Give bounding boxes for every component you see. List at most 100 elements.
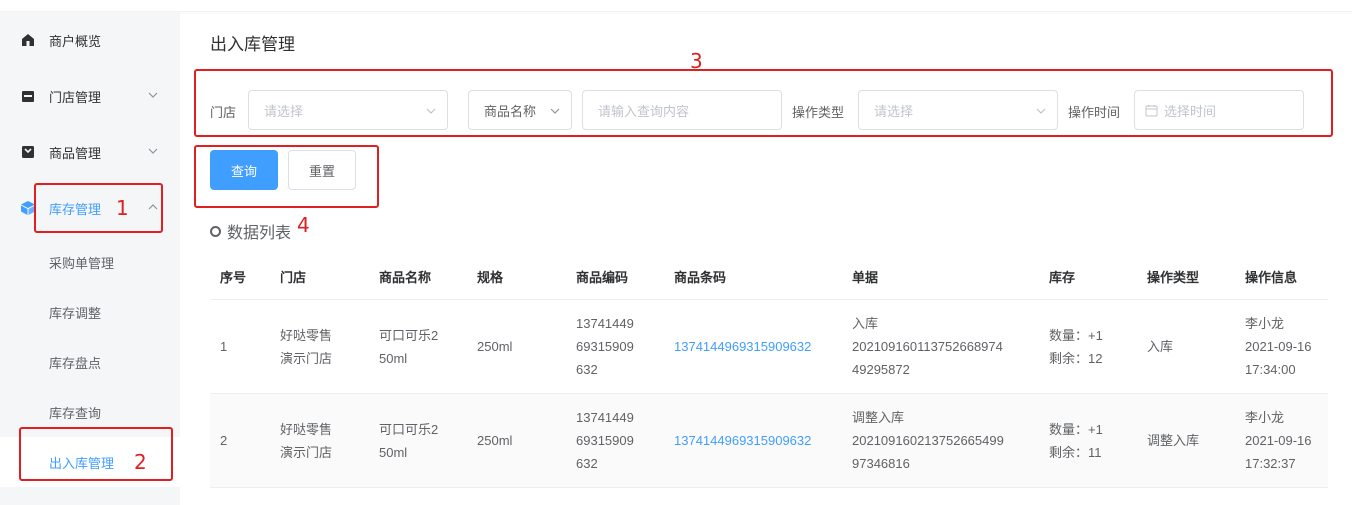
cell-line: 入库 (852, 316, 879, 331)
cell-op-info: 李小龙 2021-09-16 17:32:37 (1245, 406, 1312, 475)
cell-line: 2021-09-16 (1245, 339, 1312, 354)
cell-spec: 250ml (477, 433, 513, 448)
table-header-name: 商品名称 (379, 270, 432, 285)
cell-code: 13741449 69315909 632 (576, 406, 634, 475)
sidebar-subitem-label: 库存调整 (49, 305, 102, 321)
cell-line: 好哒零售 (280, 328, 333, 343)
table-header-op-info: 操作信息 (1245, 270, 1298, 285)
calendar-icon (1145, 104, 1158, 116)
sidebar-subitem-purchase-orders[interactable]: 采购单管理 (0, 237, 180, 287)
cell-line: 演示门店 (280, 445, 333, 460)
cell-op-type: 调整入库 (1147, 433, 1200, 448)
cell-stock: 数量：+1 剩余：12 (1049, 324, 1103, 370)
annotation-number-1: 1 (116, 196, 129, 220)
table-header-code: 商品编码 (576, 270, 629, 285)
chevron-down-icon (148, 148, 158, 154)
query-button[interactable]: 查询 (210, 150, 278, 190)
cell-line: 好哒零售 (280, 422, 333, 437)
sidebar-subitem-label: 库存查询 (49, 405, 102, 421)
cell-line: 202109160213752665499 (852, 433, 1004, 448)
cell-line: 剩余：11 (1049, 445, 1102, 460)
cell-index: 2 (220, 433, 228, 448)
table-header-doc: 单据 (852, 270, 879, 285)
sidebar-item-merchant-overview[interactable]: 商户概览 (0, 12, 180, 68)
op-type-label: 操作类型 (792, 105, 845, 120)
query-input[interactable]: 请输入查询内容 (582, 90, 782, 130)
product-field-select-value: 商品名称 (484, 103, 537, 119)
cell-line: 数量：+1 (1049, 328, 1103, 343)
cell-line: 69315909 (576, 433, 634, 448)
sidebar-subitem-inventory-query[interactable]: 库存查询 (0, 387, 180, 437)
cell-line: 13741449 (576, 316, 634, 331)
cell-barcode-link[interactable]: 1374144969315909632 (674, 335, 811, 358)
table-row[interactable]: 2 好哒零售 演示门店 可口可乐2 50ml 250ml 13741449 69… (210, 394, 1328, 488)
op-type-select-placeholder: 请选择 (874, 103, 914, 119)
cell-line: 可口可乐2 (379, 328, 439, 343)
data-list-title-text: 数据列表 (227, 225, 292, 242)
data-list-title: 数据列表 (210, 219, 291, 243)
table-header-store: 门店 (280, 270, 307, 285)
op-type-select[interactable]: 请选择 (858, 90, 1058, 130)
cube-icon (20, 200, 36, 216)
sidebar-item-inventory-management[interactable]: 库存管理 (0, 180, 180, 236)
circle-icon (210, 225, 221, 237)
annotation-number-2: 2 (134, 450, 147, 474)
cell-barcode-link[interactable]: 1374144969315909632 (674, 429, 811, 452)
cell-line: 李小龙 (1245, 410, 1285, 425)
sidebar-item-label: 门店管理 (49, 89, 102, 105)
sidebar-item-goods-management[interactable]: 商品管理 (0, 124, 180, 180)
sidebar-subitem-label: 采购单管理 (49, 255, 115, 271)
store-select[interactable]: 请选择 (248, 90, 448, 130)
cell-line: 13741449 (576, 410, 634, 425)
cell-line: 演示门店 (280, 351, 333, 366)
cell-spec: 250ml (477, 339, 513, 354)
cell-code: 13741449 69315909 632 (576, 312, 634, 381)
cell-line: 调整入库 (852, 410, 905, 425)
cell-store: 好哒零售 演示门店 (280, 324, 332, 370)
store-icon (20, 88, 36, 104)
op-time-label: 操作时间 (1068, 105, 1121, 120)
table-header-index: 序号 (220, 270, 247, 285)
op-time-picker[interactable]: 选择时间 (1134, 90, 1304, 130)
sidebar-subitem-stock-in-out[interactable]: 出入库管理 (0, 437, 180, 487)
cell-line: 17:34:00 (1245, 362, 1296, 377)
cell-line: 数量：+1 (1049, 422, 1103, 437)
table-row[interactable]: 1 好哒零售 演示门店 可口可乐2 50ml 250ml 13741449 69… (210, 300, 1328, 394)
cell-line: 李小龙 (1245, 316, 1285, 331)
cell-line: 632 (576, 456, 598, 471)
cell-line: 50ml (379, 351, 408, 366)
cell-line: 49295872 (852, 362, 910, 377)
cell-op-info: 李小龙 2021-09-16 17:34:00 (1245, 312, 1312, 381)
cell-stock: 数量：+1 剩余：11 (1049, 418, 1103, 464)
sidebar-subitem-inventory-count[interactable]: 库存盘点 (0, 337, 180, 387)
sidebar-item-store-management[interactable]: 门店管理 (0, 68, 180, 124)
reset-button[interactable]: 重置 (288, 150, 356, 190)
sidebar-item-label: 商品管理 (49, 145, 102, 161)
query-input-placeholder: 请输入查询内容 (598, 103, 690, 119)
product-field-select[interactable]: 商品名称 (468, 90, 572, 130)
annotation-number-3: 3 (690, 49, 703, 73)
cell-line: 可口可乐2 (379, 422, 439, 437)
cell-op-type: 入库 (1147, 339, 1174, 354)
page-title: 出入库管理 (210, 35, 295, 54)
table-header-spec: 规格 (477, 270, 504, 285)
cell-line: 50ml (379, 445, 408, 460)
sidebar-subitem-label: 库存盘点 (49, 355, 102, 371)
cell-line: 97346816 (852, 456, 910, 471)
cell-store: 好哒零售 演示门店 (280, 418, 332, 464)
cell-name: 可口可乐2 50ml (379, 324, 438, 370)
chevron-down-icon (426, 108, 436, 114)
sidebar-subitem-inventory-adjust[interactable]: 库存调整 (0, 287, 180, 337)
cell-line: 2021-09-16 (1245, 433, 1312, 448)
table-header-op-type: 操作类型 (1147, 270, 1200, 285)
sidebar-item-label: 商户概览 (49, 33, 102, 49)
sidebar-subitem-label: 出入库管理 (49, 455, 115, 471)
chevron-up-icon (148, 204, 158, 210)
chevron-down-icon (550, 108, 560, 114)
sidebar: 商户概览 门店管理 商品管理 库存管理 采购单管理 库存调整 库存盘点 库存查询… (0, 12, 180, 505)
store-select-placeholder: 请选择 (264, 103, 304, 119)
goods-icon (20, 144, 36, 160)
cell-index: 1 (220, 339, 228, 354)
cell-line: 69315909 (576, 339, 634, 354)
store-label: 门店 (210, 105, 237, 120)
